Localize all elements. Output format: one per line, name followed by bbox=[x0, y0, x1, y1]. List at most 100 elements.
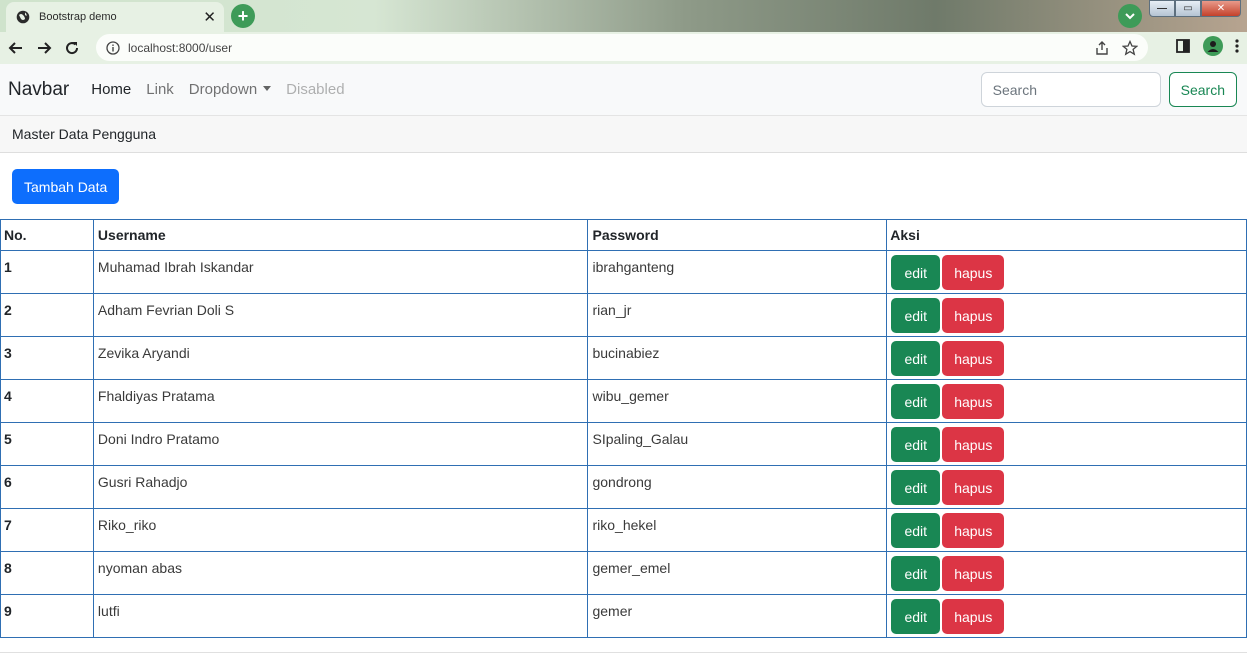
browser-titlebar: Bootstrap demo ✕ + — ▭ ✕ bbox=[0, 0, 1247, 32]
cell-username: Gusri Rahadjo bbox=[92, 465, 589, 509]
cell-no: 4 bbox=[0, 379, 94, 423]
add-data-button[interactable]: Tambah Data bbox=[12, 169, 120, 204]
cell-actions: edit hapus bbox=[886, 465, 1247, 509]
cell-username: nyoman abas bbox=[92, 551, 589, 595]
table-row: 3 Zevika Aryandi bucinabiez edit hapus bbox=[0, 336, 1247, 380]
column-header-no: No. bbox=[0, 219, 94, 251]
cell-password: ibrahganteng bbox=[587, 250, 888, 294]
nav-link-home[interactable]: Home bbox=[91, 81, 131, 98]
cell-actions: edit hapus bbox=[886, 551, 1247, 595]
navbar: Navbar Home Link Dropdown Disabled Searc… bbox=[0, 64, 1247, 116]
back-button[interactable] bbox=[2, 34, 30, 62]
delete-button[interactable]: hapus bbox=[942, 470, 1005, 505]
cell-username: Zevika Aryandi bbox=[92, 336, 589, 380]
tab-title: Bootstrap demo bbox=[39, 11, 117, 23]
new-tab-button[interactable]: + bbox=[231, 4, 255, 28]
search-input[interactable] bbox=[980, 72, 1161, 107]
minimize-button[interactable]: — bbox=[1149, 0, 1175, 17]
edit-button[interactable]: edit bbox=[891, 341, 941, 376]
navbar-brand[interactable]: Navbar bbox=[8, 79, 69, 101]
nav-link-link[interactable]: Link bbox=[146, 81, 174, 98]
cell-actions: edit hapus bbox=[886, 508, 1247, 552]
edit-button[interactable]: edit bbox=[891, 255, 941, 290]
address-bar[interactable]: localhost:8000/user bbox=[96, 34, 1148, 61]
edit-button[interactable]: edit bbox=[891, 513, 941, 548]
tab-close-icon[interactable]: ✕ bbox=[203, 10, 216, 25]
delete-button[interactable]: hapus bbox=[942, 513, 1005, 548]
cell-no: 3 bbox=[0, 336, 94, 380]
cell-password: rian_jr bbox=[587, 293, 888, 337]
column-header-username: Username bbox=[92, 219, 589, 251]
column-header-aksi: Aksi bbox=[886, 219, 1247, 251]
delete-button[interactable]: hapus bbox=[942, 427, 1005, 462]
reload-button[interactable] bbox=[58, 34, 86, 62]
cell-actions: edit hapus bbox=[886, 250, 1247, 294]
cell-no: 5 bbox=[0, 422, 94, 466]
delete-button[interactable]: hapus bbox=[942, 556, 1005, 591]
arrow-left-icon bbox=[8, 42, 22, 54]
browser-tab[interactable]: Bootstrap demo ✕ bbox=[6, 2, 224, 32]
globe-icon bbox=[16, 10, 30, 24]
profile-avatar[interactable] bbox=[1203, 36, 1223, 56]
cell-password: SIpaling_Galau bbox=[587, 422, 888, 466]
maximize-button[interactable]: ▭ bbox=[1175, 0, 1201, 17]
arrow-right-icon bbox=[38, 42, 52, 54]
window-controls: — ▭ ✕ bbox=[1149, 0, 1241, 17]
cell-password: wibu_gemer bbox=[587, 379, 888, 423]
table-header-row: No. Username Password Aksi bbox=[0, 219, 1247, 251]
cell-actions: edit hapus bbox=[886, 422, 1247, 466]
delete-button[interactable]: hapus bbox=[942, 298, 1005, 333]
cell-username: Fhaldiyas Pratama bbox=[92, 379, 589, 423]
table-row: 7 Riko_riko riko_hekel edit hapus bbox=[0, 508, 1247, 552]
cell-actions: edit hapus bbox=[886, 293, 1247, 337]
delete-button[interactable]: hapus bbox=[942, 599, 1005, 634]
cell-username: Doni Indro Pratamo bbox=[92, 422, 589, 466]
cell-password: gemer_emel bbox=[587, 551, 888, 595]
tab-search-button[interactable] bbox=[1118, 4, 1142, 28]
cell-no: 6 bbox=[0, 465, 94, 509]
kebab-menu-icon[interactable] bbox=[1235, 38, 1239, 54]
user-table: No. Username Password Aksi 1 Muhamad Ibra… bbox=[0, 219, 1247, 638]
chevron-down-icon bbox=[1125, 12, 1135, 19]
cell-username: Riko_riko bbox=[92, 508, 589, 552]
edit-button[interactable]: edit bbox=[891, 556, 941, 591]
side-panel-icon[interactable] bbox=[1175, 38, 1191, 54]
delete-button[interactable]: hapus bbox=[942, 255, 1005, 290]
search-button[interactable]: Search bbox=[1168, 72, 1237, 107]
edit-button[interactable]: edit bbox=[891, 384, 941, 419]
table-row: 2 Adham Fevrian Doli Srian_jr edit hapus bbox=[0, 293, 1247, 337]
star-icon[interactable] bbox=[1122, 39, 1138, 56]
url-text[interactable]: localhost:8000/user bbox=[128, 41, 1094, 55]
divider bbox=[0, 652, 1247, 653]
cell-no: 1 bbox=[0, 250, 94, 294]
edit-button[interactable]: edit bbox=[891, 427, 941, 462]
nav-link-disabled: Disabled bbox=[286, 81, 345, 98]
cell-username: Adham Fevrian Doli S bbox=[92, 293, 589, 337]
share-icon[interactable] bbox=[1094, 40, 1110, 56]
forward-button[interactable] bbox=[30, 34, 58, 62]
cell-no: 2 bbox=[0, 293, 94, 337]
cell-password: gondrong bbox=[587, 465, 888, 509]
caret-down-icon bbox=[263, 86, 272, 91]
cell-actions: edit hapus bbox=[886, 594, 1247, 638]
edit-button[interactable]: edit bbox=[891, 298, 941, 333]
edit-button[interactable]: edit bbox=[891, 599, 941, 634]
page-title: Master Data Pengguna bbox=[12, 126, 156, 142]
table-row: 4 Fhaldiyas Pratama wibu_gemer edit hapus bbox=[0, 379, 1247, 423]
table-row: 1 Muhamad Ibrah Iskandar ibrahganteng edit h… bbox=[0, 250, 1247, 294]
cell-username: lutfi bbox=[92, 594, 589, 638]
table-row: 8 nyoman abas gemer_emel edit hapus bbox=[0, 551, 1247, 595]
nav-dropdown[interactable]: Dropdown bbox=[189, 81, 272, 98]
delete-button[interactable]: hapus bbox=[942, 341, 1005, 376]
cell-no: 9 bbox=[0, 594, 94, 638]
table-body: 1 Muhamad Ibrah Iskandar ibrahganteng edit h… bbox=[0, 250, 1247, 638]
reload-icon bbox=[66, 42, 79, 55]
delete-button[interactable]: hapus bbox=[942, 384, 1005, 419]
table-row: 5 Doni Indro Pratamo SIpaling_Galau edit hap… bbox=[0, 422, 1247, 466]
cell-no: 8 bbox=[0, 551, 94, 595]
table-row: 6 Gusri Rahadjo gondrong edit hapus bbox=[0, 465, 1247, 509]
cell-no: 7 bbox=[0, 508, 94, 552]
close-window-button[interactable]: ✕ bbox=[1201, 0, 1241, 17]
edit-button[interactable]: edit bbox=[891, 470, 941, 505]
info-icon[interactable] bbox=[106, 40, 120, 55]
